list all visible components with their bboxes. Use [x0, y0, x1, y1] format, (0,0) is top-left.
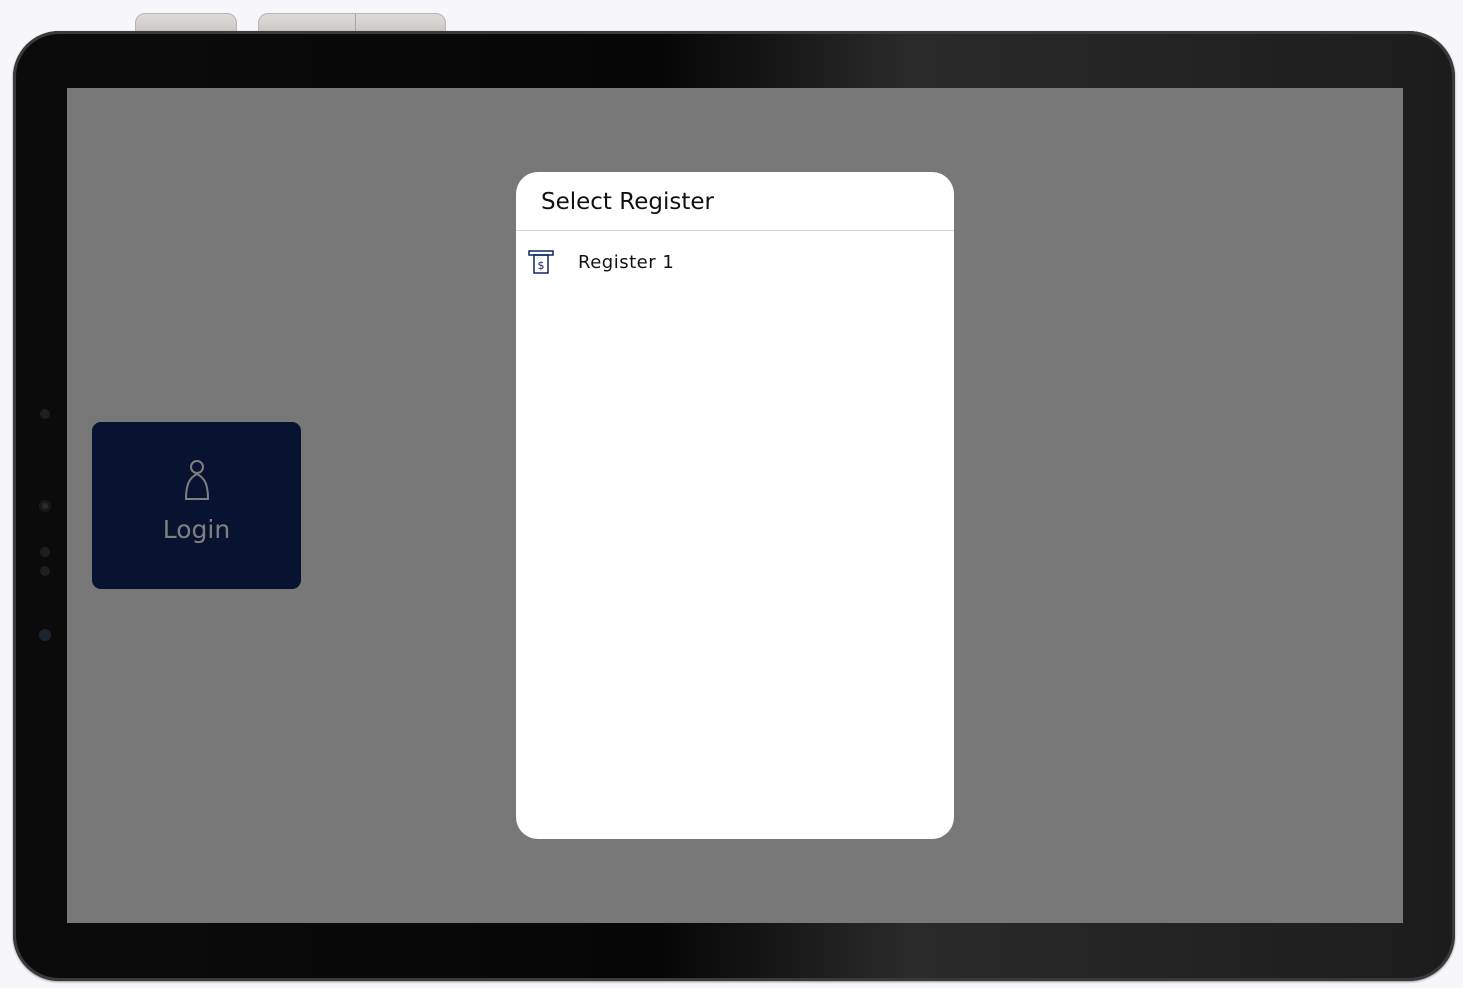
svg-text:$: $ — [538, 259, 545, 272]
sensor-dot — [40, 409, 50, 419]
device-stage: Login Select Register $ Register 1 — [0, 0, 1463, 988]
dialog-title: Select Register — [516, 172, 954, 231]
cash-register-icon: $ — [528, 250, 554, 274]
select-register-dialog: Select Register $ Register 1 — [516, 172, 954, 839]
camera-icon — [39, 500, 51, 512]
register-label: Register 1 — [578, 251, 675, 273]
sensor-dot — [40, 547, 50, 557]
light-sensor — [39, 629, 51, 641]
register-list-item[interactable]: $ Register 1 — [516, 231, 954, 293]
sensor-dot — [40, 566, 50, 576]
app-screen: Login Select Register $ Register 1 — [67, 88, 1403, 923]
